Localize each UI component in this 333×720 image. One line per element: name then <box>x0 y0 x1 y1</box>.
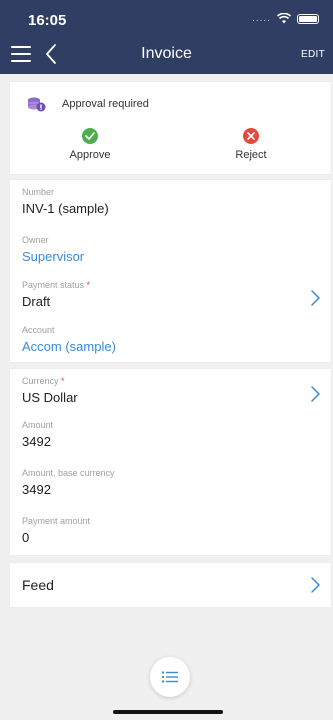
payment-status-field[interactable]: Payment status * Draft <box>22 280 90 309</box>
status-bar: 16:05 ..... <box>0 0 333 34</box>
currency-field[interactable]: Currency * US Dollar <box>22 376 78 405</box>
battery-icon <box>297 13 319 24</box>
status-indicators: ..... <box>252 13 319 24</box>
account-field: Account Accom (sample) <box>22 325 116 354</box>
list-icon <box>162 671 178 683</box>
payment-amount-value: 0 <box>22 530 30 545</box>
required-star: * <box>61 376 65 386</box>
currency-chevron-icon[interactable] <box>311 386 320 402</box>
owner-link[interactable]: Supervisor <box>22 249 84 264</box>
owner-field: Owner Supervisor <box>22 235 84 264</box>
approval-title: Approval required <box>62 98 149 110</box>
feed-chevron-icon[interactable] <box>311 577 320 593</box>
approve-button[interactable]: Approve <box>45 128 135 161</box>
account-link[interactable]: Accom (sample) <box>22 339 116 354</box>
owner-label: Owner <box>22 235 49 245</box>
invoice-details-card: Number INV-1 (sample) Owner Supervisor P… <box>10 180 331 362</box>
amount-base-value: 3492 <box>22 482 51 497</box>
amount-base-field: Amount, base currency 3492 <box>22 468 115 497</box>
account-label: Account <box>22 325 55 335</box>
feed-row[interactable]: Feed <box>10 563 331 607</box>
status-time: 16:05 <box>28 12 67 29</box>
nav-bar: Invoice EDIT <box>0 34 333 74</box>
edit-button[interactable]: EDIT <box>301 49 325 60</box>
payment-amount-label: Payment amount <box>22 516 91 526</box>
number-field: Number INV-1 (sample) <box>22 187 109 216</box>
signal-icon: ..... <box>252 13 271 24</box>
reject-x-icon <box>243 128 259 144</box>
feed-label: Feed <box>22 577 54 593</box>
currency-value: US Dollar <box>22 390 78 405</box>
payment-status-label: Payment status * <box>22 280 91 290</box>
number-label: Number <box>22 187 55 197</box>
number-value: INV-1 (sample) <box>22 201 109 216</box>
payment-status-value: Draft <box>22 294 51 309</box>
payment-amount-field: Payment amount 0 <box>22 516 90 545</box>
list-view-button[interactable] <box>150 657 190 697</box>
reject-button[interactable]: Reject <box>206 128 296 161</box>
payment-status-chevron-icon[interactable] <box>311 290 320 306</box>
wifi-icon <box>277 13 291 24</box>
home-indicator[interactable] <box>113 710 223 714</box>
approve-label: Approve <box>69 149 111 161</box>
amount-label: Amount <box>22 420 54 430</box>
amount-field: Amount 3492 <box>22 420 53 449</box>
currency-details-card: Currency * US Dollar Amount 3492 Amount,… <box>10 369 331 555</box>
currency-label: Currency * <box>22 376 65 386</box>
reject-label: Reject <box>235 149 267 161</box>
required-star: * <box>86 280 91 290</box>
page-title: Invoice <box>141 45 192 62</box>
approval-header: Approval required <box>26 96 149 112</box>
approve-check-icon <box>82 128 98 144</box>
coins-approval-icon <box>28 97 46 112</box>
amount-value: 3492 <box>22 434 51 449</box>
approval-card: Approval required Approve Reject <box>10 82 331 174</box>
amount-base-label: Amount, base currency <box>22 468 115 478</box>
